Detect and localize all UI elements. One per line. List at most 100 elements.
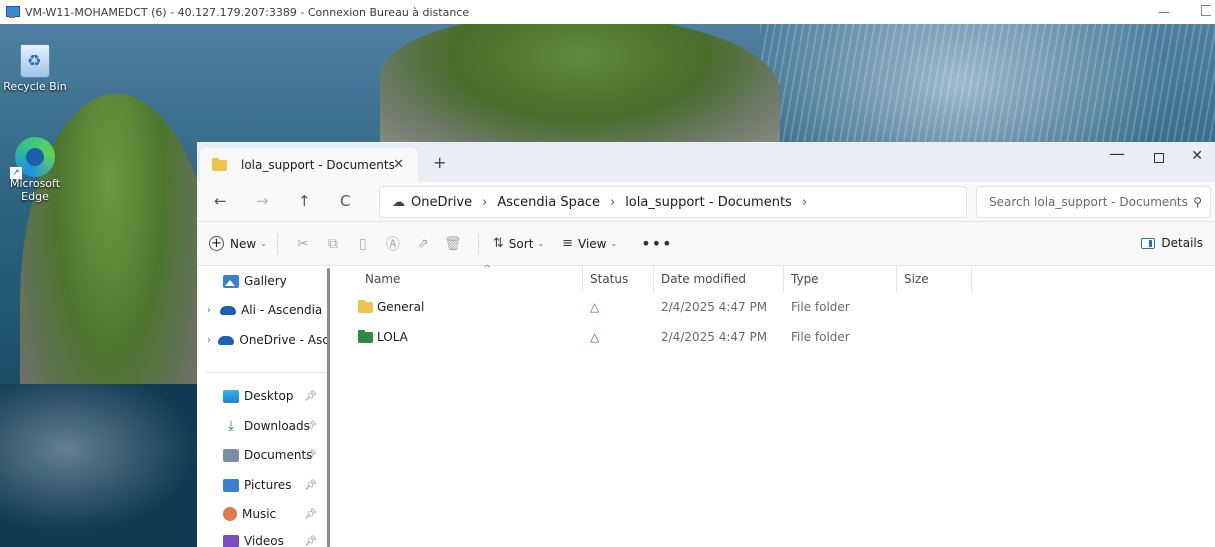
sidebar-item-desktop[interactable]: Desktop 📌︎ [197, 383, 327, 409]
rdp-maximize-button[interactable] [1201, 5, 1211, 16]
rdp-minimize-button[interactable] [1157, 4, 1171, 18]
pictures-icon [223, 478, 239, 492]
up-button[interactable]: ↑ [298, 192, 311, 210]
chevron-down-icon: ⌄ [537, 239, 545, 248]
explorer-body: Gallery › Ali - Ascendia Space › OneDriv… [197, 264, 1215, 547]
cloud-icon: ☁ [392, 194, 405, 210]
forward-button[interactable]: → [256, 192, 269, 210]
column-header-label: Name [365, 272, 401, 286]
new-tab-button[interactable]: + [433, 155, 446, 171]
search-input[interactable]: Search lola_support - Documents ⚲ [976, 186, 1211, 218]
wallpaper-cliff [380, 24, 780, 154]
remote-desktop-icon [6, 5, 20, 19]
sidebar-item-onedrive-ascendia-space[interactable]: › OneDrive - Ascendia Space [197, 327, 327, 353]
new-button[interactable]: + New ⌄ [209, 236, 267, 251]
back-button[interactable]: ← [214, 192, 227, 210]
desktop-icon-recycle-bin[interactable]: Recycle Bin [0, 44, 70, 93]
tab-lola-support-documents[interactable]: lola_support - Documents ✕ [200, 148, 418, 182]
paste-icon[interactable]: ▯ [348, 236, 378, 252]
minimize-button[interactable]: — [1109, 144, 1125, 163]
gallery-icon [223, 274, 239, 288]
pin-icon[interactable]: 📌︎ [304, 480, 317, 491]
sidebar-item-videos[interactable]: Videos 📌︎ [197, 528, 327, 547]
downloads-icon: ⤓ [227, 417, 235, 434]
details-button[interactable]: Details [1141, 236, 1203, 250]
pin-icon[interactable]: 📌︎ [304, 509, 317, 520]
sort-icon: ⇅ [492, 236, 504, 251]
file-type: File folder [791, 330, 850, 344]
command-bar: + New ⌄ ✂ ⧉ ▯ Ⓐ ⇗ 🗑︎ ⇅ Sort ⌄ ≡ View ⌄ •… [197, 222, 1215, 266]
address-bar-row: ← → ↑ C ☁ OneDrive › Ascendia Space › lo… [197, 182, 1215, 222]
tab-label: lola_support - Documents [241, 158, 395, 172]
column-header-label: Date modified [661, 272, 747, 286]
file-type: File folder [791, 300, 850, 314]
column-header-type[interactable]: Type [784, 266, 897, 292]
search-icon: ⚲ [1193, 195, 1202, 209]
details-label: Details [1161, 236, 1203, 250]
sidebar-item-downloads[interactable]: ⤓ Downloads 📌︎ [197, 413, 327, 439]
sidebar-item-label: Documents [244, 448, 313, 462]
file-explorer-window: lola_support - Documents ✕ + — ✕ ← → ↑ C… [197, 142, 1215, 547]
close-window-button[interactable]: ✕ [1191, 148, 1203, 164]
breadcrumb-item-lola-support[interactable]: lola_support - Documents [625, 195, 792, 210]
chevron-right-icon[interactable]: › [802, 195, 807, 210]
wallpaper-sea-sparkle [760, 24, 1215, 144]
recycle-bin-icon [20, 44, 50, 78]
sort-button[interactable]: ⇅ Sort ⌄ [493, 236, 544, 251]
plus-icon: + [209, 236, 224, 251]
sidebar-item-pictures[interactable]: Pictures 📌︎ [197, 472, 327, 498]
sidebar-item-label: Music [242, 507, 277, 521]
pin-icon[interactable]: 📌︎ [304, 421, 317, 432]
file-list: Name ^ Status Date modified Type Size Ge… [334, 264, 1215, 547]
breadcrumb-item-ascendia-space[interactable]: Ascendia Space [497, 195, 600, 210]
sidebar-item-label: Desktop [244, 389, 294, 403]
rename-icon[interactable]: Ⓐ [378, 234, 408, 254]
column-header-label: Status [590, 272, 629, 286]
file-name-cell: LOLA [358, 322, 408, 352]
breadcrumb[interactable]: ☁ OneDrive › Ascendia Space › lola_suppo… [379, 186, 967, 218]
videos-icon [223, 534, 239, 547]
navigation-pane-scrollbar[interactable] [327, 268, 330, 547]
table-row[interactable]: General △ 2/4/2025 4:47 PM File folder [334, 292, 1215, 322]
file-name: LOLA [377, 330, 408, 344]
chevron-right-icon[interactable]: › [482, 195, 487, 210]
share-icon[interactable]: ⇗ [408, 236, 438, 252]
chevron-right-icon[interactable]: › [610, 195, 615, 210]
breadcrumb-item-onedrive[interactable]: OneDrive [411, 195, 472, 210]
pin-icon[interactable]: 📌︎ [304, 536, 317, 547]
delete-icon[interactable]: 🗑︎ [438, 236, 468, 252]
sort-ascending-icon: ^ [483, 264, 492, 275]
copy-icon[interactable]: ⧉ [318, 236, 348, 252]
wallpaper-surf [0, 384, 220, 547]
cloud-status-icon: △ [590, 330, 600, 344]
view-label: View [578, 236, 607, 251]
sidebar-item-music[interactable]: Music 📌︎ [197, 501, 327, 527]
sidebar-item-label: Videos [244, 534, 284, 547]
sidebar-item-ali-ascendia-space[interactable]: › Ali - Ascendia Space [197, 297, 327, 323]
sidebar-item-label: Ali - Ascendia Space [241, 303, 327, 317]
pin-icon[interactable]: 📌︎ [304, 391, 317, 402]
chevron-down-icon: ⌄ [610, 239, 618, 248]
documents-icon [223, 448, 239, 462]
rdp-title-bar: VM-W11-MOHAMEDCT (6) - 40.127.179.207:33… [0, 0, 1215, 24]
table-row[interactable]: LOLA △ 2/4/2025 4:47 PM File folder [334, 322, 1215, 352]
close-tab-icon[interactable]: ✕ [393, 157, 404, 172]
chevron-right-icon[interactable]: › [207, 335, 212, 346]
pin-icon[interactable]: 📌︎ [304, 450, 317, 461]
view-button[interactable]: ≡ View ⌄ [562, 236, 617, 251]
column-header-date-modified[interactable]: Date modified [654, 266, 784, 292]
maximize-button[interactable] [1154, 153, 1164, 163]
cut-icon[interactable]: ✂ [288, 236, 318, 252]
chevron-right-icon[interactable]: › [207, 305, 214, 316]
column-header-label: Size [904, 272, 929, 286]
column-header-name[interactable]: Name ^ [358, 264, 583, 292]
column-header-status[interactable]: Status [583, 266, 654, 292]
refresh-button[interactable]: C [340, 192, 350, 210]
folder-icon [358, 299, 373, 313]
sidebar-item-documents[interactable]: Documents 📌︎ [197, 442, 327, 468]
desktop-icon-microsoft-edge[interactable]: ↗ Microsoft Edge [0, 137, 70, 203]
more-options-button[interactable]: ••• [641, 234, 672, 253]
chevron-down-icon: ⌄ [260, 239, 267, 248]
sidebar-item-gallery[interactable]: Gallery [197, 268, 327, 294]
column-header-size[interactable]: Size [897, 266, 972, 292]
